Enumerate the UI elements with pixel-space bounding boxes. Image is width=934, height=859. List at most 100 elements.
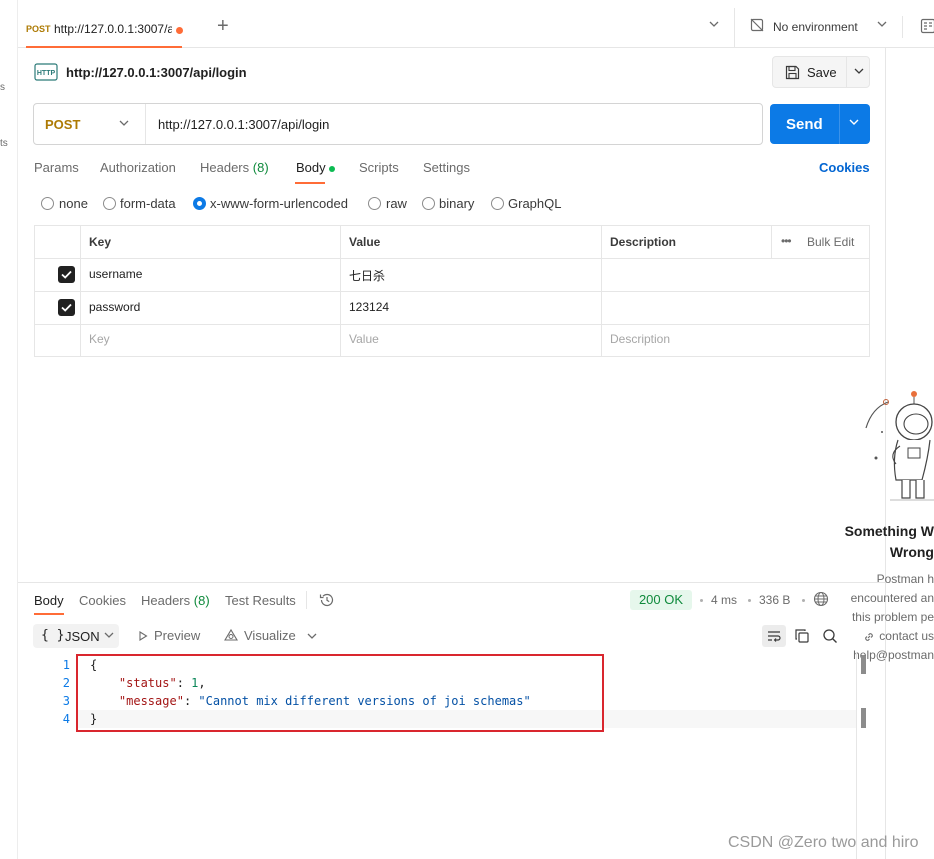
table-row-divider [35,258,869,259]
send-button[interactable]: Send [770,104,870,144]
radio-x-www-form-urlencoded[interactable] [193,197,206,210]
tab-params[interactable]: Params [34,160,79,175]
response-tab-body[interactable]: Body [34,593,64,608]
error-title-line: Wrong [889,544,934,560]
sidebar-fragment: s [0,82,5,93]
visualize-button[interactable]: Visualize [223,628,296,643]
table-col-divider [771,226,772,258]
save-options-chevron-icon[interactable] [853,63,865,82]
http-request-icon: HTTP [34,62,58,82]
preview-button[interactable]: Preview [138,628,200,643]
column-header-key: Key [89,235,112,249]
history-icon[interactable] [319,592,335,608]
send-options-chevron-icon[interactable] [848,114,860,133]
radio-label: none [59,196,88,211]
line-number: 3 [62,694,70,708]
wrap-lines-button[interactable] [762,625,786,647]
contact-us-link[interactable]: contact us [879,627,934,646]
environment-quick-look-icon[interactable] [920,18,934,34]
param-key[interactable]: username [89,267,142,281]
param-key[interactable]: password [89,300,140,314]
wrap-icon [768,631,781,642]
visualize-options-chevron-icon[interactable] [306,628,318,647]
active-tab-indicator [295,182,325,184]
divider [902,16,903,38]
error-text-line: Postman h [876,572,934,586]
save-icon [785,65,800,80]
key-placeholder-input[interactable]: Key [89,332,110,346]
bulk-edit-button[interactable]: Bulk Edit [807,235,854,249]
response-tab-headers[interactable]: Headers (8) [141,593,210,608]
globe-icon[interactable] [813,591,829,607]
send-label: Send [786,116,823,133]
divider [145,104,146,144]
response-size[interactable]: 336 B [759,593,790,607]
more-options-icon[interactable]: ••• [781,234,792,248]
response-pane-divider[interactable] [18,582,885,583]
link-icon [865,632,874,641]
tab-body[interactable]: Body [296,160,326,175]
format-label: JSON [65,629,100,644]
param-value[interactable]: 123124 [349,300,389,314]
method-select[interactable]: POST [45,117,80,132]
error-title: Something W Wrong [840,521,934,563]
request-name[interactable]: http://127.0.0.1:3007/api/login [66,65,247,80]
tabs-chevron-down-icon[interactable] [708,18,720,33]
save-button[interactable]: Save [772,56,870,88]
copy-icon[interactable] [794,628,810,644]
active-tab-indicator [26,46,182,48]
status-badge[interactable]: 200 OK [630,590,692,610]
line-number: 2 [62,676,70,690]
environment-chevron-down-icon[interactable] [876,18,888,33]
error-text-line: encountered an [850,591,934,605]
no-environment-icon [750,18,764,32]
cookies-link[interactable]: Cookies [819,160,870,175]
row-checkbox[interactable] [58,299,75,316]
astronaut-illustration-icon [862,388,934,504]
tab-authorization[interactable]: Authorization [100,160,176,175]
description-placeholder-input[interactable]: Description [610,332,670,346]
separator-dot [700,599,703,602]
divider [734,8,735,48]
url-input[interactable]: http://127.0.0.1:3007/api/login [158,117,329,132]
tab-headers-count: (8) [252,160,269,175]
url-bar: POST http://127.0.0.1:3007/api/login [33,103,763,145]
table-row-divider [35,291,869,292]
svg-text:HTTP: HTTP [37,70,56,77]
visualize-label: Visualize [244,628,296,643]
divider [846,57,847,87]
response-format-select[interactable]: { } JSON [33,624,119,648]
search-icon[interactable] [822,628,838,644]
left-sidebar-edge: s ts [0,0,18,859]
response-time[interactable]: 4 ms [711,593,737,607]
column-header-description: Description [610,235,677,249]
environment-selector[interactable]: No environment [773,20,858,34]
radio-label: x-www-form-urlencoded [210,196,348,211]
highlight-annotation-box [76,654,604,732]
method-chevron-icon[interactable] [118,115,130,134]
response-tab-cookies[interactable]: Cookies [79,593,126,608]
radio-binary[interactable] [422,197,435,210]
error-text-line: contact us [836,627,934,646]
tab-headers-label: Headers [200,160,250,175]
tab-headers[interactable]: Headers (8) [200,160,269,175]
sidebar-fragment: ts [0,138,8,149]
table-col-divider [80,226,81,356]
radio-graphql[interactable] [491,197,504,210]
editor-scrollbar-track[interactable] [856,652,857,859]
response-tab-test-results[interactable]: Test Results [225,593,296,608]
param-value[interactable]: 七日杀 [349,267,385,284]
tab-settings[interactable]: Settings [423,160,470,175]
tab-scripts[interactable]: Scripts [359,160,399,175]
radio-raw[interactable] [368,197,381,210]
error-title-line: Something W [844,523,934,539]
tab-method: POST [26,24,51,34]
new-tab-plus-icon[interactable]: + [217,16,229,36]
radio-form-data[interactable] [103,197,116,210]
request-tab[interactable]: POST http://127.0.0.1:3007/api/login [26,8,183,48]
table-row-divider [35,324,869,325]
json-braces-icon: { } [41,628,65,643]
row-checkbox[interactable] [58,266,75,283]
value-placeholder-input[interactable]: Value [349,332,379,346]
radio-none[interactable] [41,197,54,210]
